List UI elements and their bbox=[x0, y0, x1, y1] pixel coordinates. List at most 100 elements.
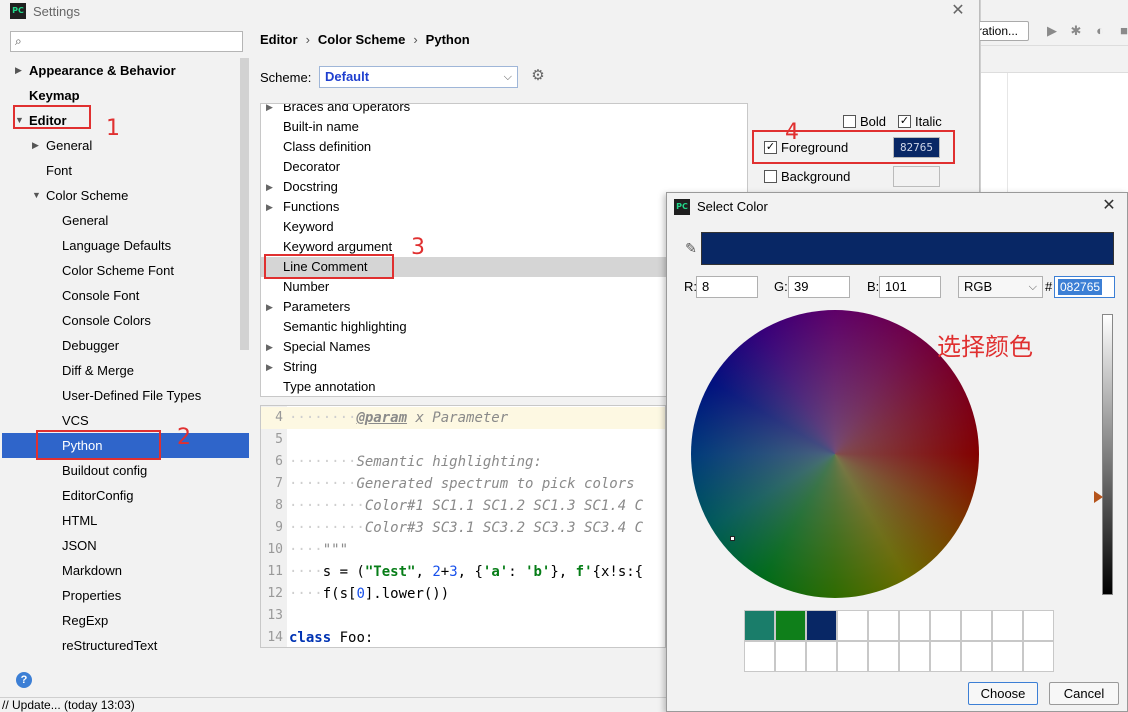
tree-item-label: Markdown bbox=[62, 563, 122, 578]
recent-color-cell[interactable] bbox=[930, 610, 961, 641]
chevron-right-icon[interactable]: ▶ bbox=[266, 104, 273, 117]
cancel-button[interactable]: Cancel bbox=[1049, 682, 1119, 705]
run-icon[interactable]: ▶ bbox=[1045, 24, 1059, 38]
tree-item[interactable]: ▶ General bbox=[2, 133, 238, 158]
chevron-right-icon[interactable]: ▶ bbox=[266, 337, 273, 357]
brightness-slider-thumb[interactable] bbox=[1094, 490, 1103, 503]
breadcrumb-item[interactable]: Color Scheme bbox=[318, 32, 405, 47]
tree-item[interactable]: ▼ Color Scheme bbox=[2, 183, 238, 208]
tree-scrollbar[interactable] bbox=[240, 58, 249, 350]
settings-search-input[interactable]: ⌕ bbox=[10, 31, 243, 52]
background-checkbox[interactable] bbox=[764, 170, 777, 183]
attribute-item[interactable]: Class definition bbox=[261, 137, 747, 157]
tree-item[interactable]: HTML bbox=[2, 508, 238, 533]
chevron-right-icon[interactable]: ▶ bbox=[266, 197, 273, 217]
attribute-item[interactable]: Built-in name bbox=[261, 117, 747, 137]
run-configuration-select[interactable]: ration... bbox=[973, 21, 1029, 41]
whitespace-dots: ···· bbox=[289, 564, 323, 580]
attribute-item[interactable]: ▶ Braces and Operators bbox=[261, 104, 747, 117]
recent-color-cell[interactable] bbox=[744, 641, 775, 672]
recent-color-cell[interactable] bbox=[868, 610, 899, 641]
italic-label: Italic bbox=[915, 114, 942, 129]
recent-color-cell[interactable] bbox=[930, 641, 961, 672]
chevron-right-icon[interactable]: ▶ bbox=[32, 133, 39, 158]
recent-color-cell[interactable] bbox=[1023, 641, 1054, 672]
italic-checkbox[interactable]: ✓ bbox=[898, 115, 911, 128]
tree-item[interactable]: Color Scheme Font bbox=[2, 258, 238, 283]
blue-input[interactable]: 101 bbox=[879, 276, 941, 298]
recent-color-cell[interactable] bbox=[837, 641, 868, 672]
background-color-swatch[interactable] bbox=[893, 166, 940, 187]
chevron-right-icon[interactable]: ▶ bbox=[266, 177, 273, 197]
recent-color-cell[interactable] bbox=[775, 641, 806, 672]
tree-item-label: EditorConfig bbox=[62, 488, 134, 503]
tree-item[interactable]: Debugger bbox=[2, 333, 238, 358]
code-line: 11 ····s = ("Test", 2+3, {'a': 'b'}, f'{x… bbox=[261, 561, 665, 583]
scheme-select[interactable]: Default ⌵ bbox=[319, 66, 518, 88]
close-icon[interactable]: ✕ bbox=[1099, 196, 1119, 216]
tree-item[interactable]: User-Defined File Types bbox=[2, 383, 238, 408]
recent-color-cell[interactable] bbox=[806, 641, 837, 672]
stop-icon[interactable]: ■ bbox=[1117, 24, 1128, 38]
scheme-value: Default bbox=[325, 69, 370, 84]
coverage-icon[interactable]: ◐ bbox=[1093, 24, 1107, 38]
recent-color-cell[interactable] bbox=[837, 610, 868, 641]
tree-item[interactable]: Markdown bbox=[2, 558, 238, 583]
help-icon[interactable]: ? bbox=[16, 672, 32, 688]
green-input[interactable]: 39 bbox=[788, 276, 850, 298]
recent-color-cell[interactable] bbox=[961, 641, 992, 672]
tree-item-label: Language Defaults bbox=[62, 238, 172, 253]
tree-item[interactable]: Diff & Merge bbox=[2, 358, 238, 383]
color-wheel-cursor[interactable] bbox=[730, 536, 735, 541]
debug-icon[interactable]: ✱ bbox=[1069, 24, 1083, 38]
recent-color-cell[interactable] bbox=[806, 610, 837, 641]
attribute-item[interactable]: Decorator bbox=[261, 157, 747, 177]
recent-color-cell[interactable] bbox=[868, 641, 899, 672]
tree-item[interactable]: Console Font bbox=[2, 283, 238, 308]
tree-item[interactable]: Buildout config bbox=[2, 458, 238, 483]
recent-color-cell[interactable] bbox=[899, 641, 930, 672]
bold-checkbox[interactable] bbox=[843, 115, 856, 128]
gear-icon[interactable]: ⚙ bbox=[529, 67, 547, 85]
hex-input[interactable]: 082765 bbox=[1054, 276, 1115, 298]
tree-item[interactable]: RegExp bbox=[2, 608, 238, 633]
chevron-right-icon[interactable]: ▶ bbox=[266, 357, 273, 377]
eyedropper-icon[interactable]: ✎ bbox=[681, 238, 701, 258]
code-line: 10 ····""" bbox=[261, 539, 665, 561]
recent-color-cell[interactable] bbox=[744, 610, 775, 641]
tree-item-label: Appearance & Behavior bbox=[29, 63, 176, 78]
recent-color-cell[interactable] bbox=[1023, 610, 1054, 641]
pycharm-logo-icon: PC bbox=[10, 3, 26, 19]
attribute-label: Decorator bbox=[283, 159, 341, 174]
color-mode-select[interactable]: RGB ⌵ bbox=[958, 276, 1043, 298]
tree-item[interactable]: Properties bbox=[2, 583, 238, 608]
chevron-right-icon[interactable]: ▶ bbox=[15, 58, 22, 83]
tree-item[interactable]: Language Defaults bbox=[2, 233, 238, 258]
brightness-slider[interactable] bbox=[1102, 314, 1113, 595]
tree-item[interactable]: ▶ Appearance & Behavior bbox=[2, 58, 238, 83]
chevron-down-icon[interactable]: ▼ bbox=[32, 183, 41, 208]
breadcrumb-item[interactable]: Editor bbox=[260, 32, 298, 47]
recent-color-cell[interactable] bbox=[992, 641, 1023, 672]
recent-color-cell[interactable] bbox=[961, 610, 992, 641]
close-icon[interactable]: ✕ bbox=[948, 1, 968, 21]
recent-color-cell[interactable] bbox=[899, 610, 930, 641]
code-token: 'a' bbox=[482, 564, 509, 580]
tree-item[interactable]: Console Colors bbox=[2, 308, 238, 333]
recent-color-cell[interactable] bbox=[992, 610, 1023, 641]
code-token: 0 bbox=[356, 586, 365, 602]
scheme-label: Scheme: bbox=[260, 70, 312, 85]
color-wheel[interactable] bbox=[691, 310, 979, 598]
tree-item[interactable]: JSON bbox=[2, 533, 238, 558]
tree-item[interactable]: reStructuredText bbox=[2, 633, 238, 658]
chevron-right-icon[interactable]: ▶ bbox=[266, 297, 273, 317]
tree-item[interactable]: General bbox=[2, 208, 238, 233]
code-token: 2 bbox=[432, 564, 441, 580]
tree-item[interactable]: EditorConfig bbox=[2, 483, 238, 508]
choose-button[interactable]: Choose bbox=[968, 682, 1038, 705]
red-input[interactable]: 8 bbox=[696, 276, 758, 298]
tree-item[interactable]: Font bbox=[2, 158, 238, 183]
recent-color-cell[interactable] bbox=[775, 610, 806, 641]
tree-item-label: User-Defined File Types bbox=[62, 388, 202, 403]
code-preview: 4 ········@param x Parameter 5 6 ········Sem… bbox=[260, 405, 666, 648]
